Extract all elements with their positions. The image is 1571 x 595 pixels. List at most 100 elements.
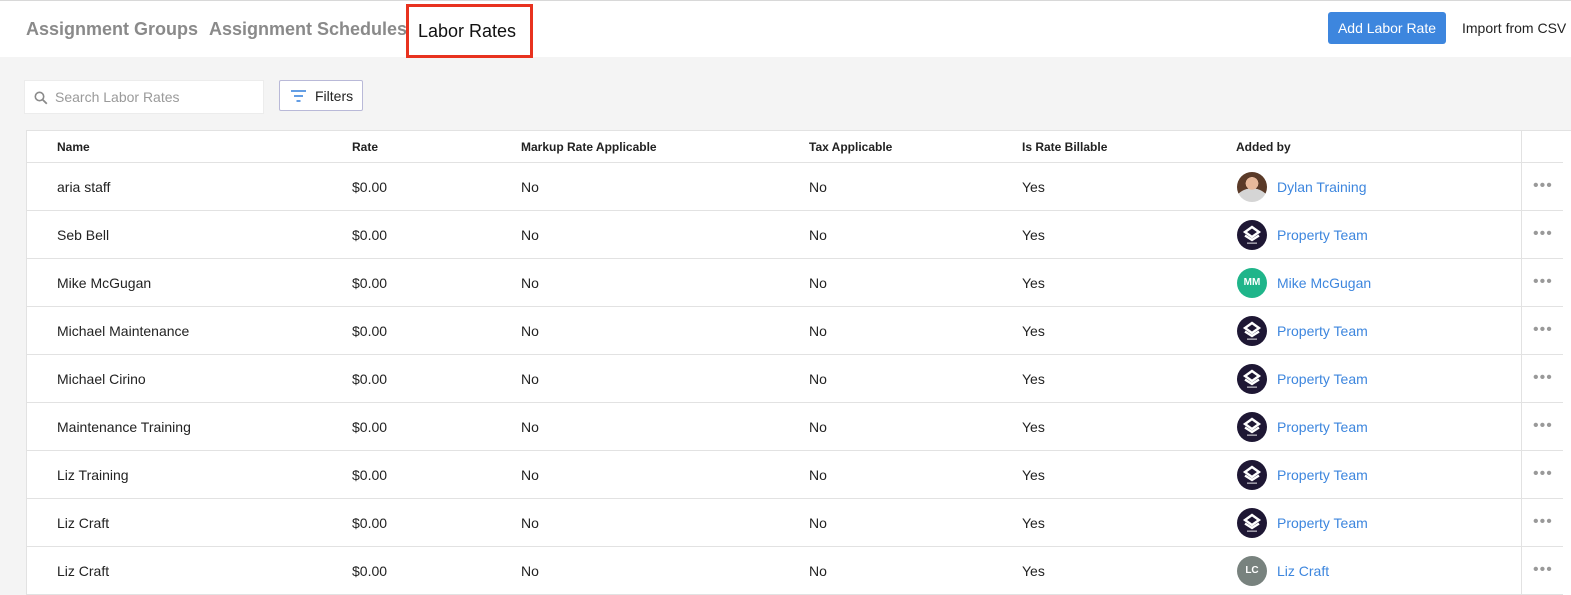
table-row[interactable]: Michael Cirino $0.00 No No Yes Property Team •…: [27, 355, 1563, 403]
added-by-link[interactable]: Property Team: [1277, 467, 1368, 483]
cell-markup: No: [521, 371, 539, 387]
added-by-link[interactable]: Property Team: [1277, 419, 1368, 435]
more-horizontal-icon[interactable]: •••: [1533, 513, 1553, 531]
cell-name: Liz Training: [57, 467, 129, 483]
cell-billable: Yes: [1022, 371, 1045, 387]
cell-billable: Yes: [1022, 563, 1045, 579]
added-by-link[interactable]: Mike McGugan: [1277, 275, 1371, 291]
more-horizontal-icon[interactable]: •••: [1533, 369, 1553, 387]
column-header-name[interactable]: Name: [57, 140, 90, 154]
cell-name: Michael Maintenance: [57, 323, 190, 339]
added-by-link[interactable]: Property Team: [1277, 227, 1368, 243]
add-labor-rate-button[interactable]: Add Labor Rate: [1328, 12, 1446, 44]
cell-markup: No: [521, 515, 539, 531]
more-horizontal-icon[interactable]: •••: [1533, 417, 1553, 435]
tab-assignment-groups[interactable]: Assignment Groups: [26, 19, 198, 40]
table-header: Name Rate Markup Rate Applicable Tax App…: [27, 131, 1563, 163]
cell-tax: No: [809, 227, 827, 243]
column-header-rate[interactable]: Rate: [352, 140, 378, 154]
cell-rate: $0.00: [352, 179, 388, 195]
more-horizontal-icon[interactable]: •••: [1533, 321, 1553, 339]
avatar-logo: [1237, 316, 1267, 346]
search-icon: [34, 91, 48, 105]
column-header-billable[interactable]: Is Rate Billable: [1022, 140, 1107, 154]
cell-tax: No: [809, 515, 827, 531]
cell-rate: $0.00: [352, 467, 388, 483]
table-row[interactable]: Michael Maintenance $0.00 No No Yes Property …: [27, 307, 1563, 355]
cell-rate: $0.00: [352, 275, 388, 291]
cell-name: Mike McGugan: [57, 275, 152, 291]
avatar-logo: [1237, 412, 1267, 442]
filter-icon: [291, 90, 306, 102]
top-bar: Assignment Groups Assignment Schedules L…: [0, 0, 1571, 58]
column-header-added-by[interactable]: Added by: [1236, 140, 1291, 154]
cell-markup: No: [521, 467, 539, 483]
more-horizontal-icon[interactable]: •••: [1533, 273, 1553, 291]
cell-billable: Yes: [1022, 515, 1045, 531]
avatar-logo: [1237, 508, 1267, 538]
added-by-link[interactable]: Dylan Training: [1277, 179, 1367, 195]
cell-billable: Yes: [1022, 179, 1045, 195]
cell-tax: No: [809, 467, 827, 483]
cell-markup: No: [521, 419, 539, 435]
column-header-tax[interactable]: Tax Applicable: [809, 140, 892, 154]
cell-rate: $0.00: [352, 563, 388, 579]
added-by-link[interactable]: Property Team: [1277, 323, 1368, 339]
added-by-link[interactable]: Property Team: [1277, 515, 1368, 531]
cell-billable: Yes: [1022, 419, 1045, 435]
cell-name: Michael Cirino: [57, 371, 146, 387]
cell-tax: No: [809, 275, 827, 291]
table-row[interactable]: aria staff $0.00 No No Yes Dylan Training •••: [27, 163, 1563, 211]
cell-rate: $0.00: [352, 371, 388, 387]
cell-markup: No: [521, 227, 539, 243]
avatar-logo: [1237, 460, 1267, 490]
search-input[interactable]: [55, 81, 260, 113]
tab-assignment-schedules[interactable]: Assignment Schedules: [209, 19, 407, 40]
cell-name: Liz Craft: [57, 515, 110, 531]
cell-name: Maintenance Training: [57, 419, 191, 435]
more-horizontal-icon[interactable]: •••: [1533, 177, 1553, 195]
column-header-markup[interactable]: Markup Rate Applicable: [521, 140, 657, 154]
cell-tax: No: [809, 419, 827, 435]
avatar-initials: MM: [1237, 268, 1267, 298]
tab-labor-rates[interactable]: Labor Rates: [406, 4, 533, 58]
table-row[interactable]: Maintenance Training $0.00 No No Yes Property…: [27, 403, 1563, 451]
table-row[interactable]: Seb Bell $0.00 No No Yes Property Team •••: [27, 211, 1563, 259]
added-by-link[interactable]: Liz Craft: [1277, 563, 1329, 579]
cell-rate: $0.00: [352, 419, 388, 435]
cell-rate: $0.00: [352, 227, 388, 243]
cell-tax: No: [809, 563, 827, 579]
more-horizontal-icon[interactable]: •••: [1533, 561, 1553, 579]
more-horizontal-icon[interactable]: •••: [1533, 465, 1553, 483]
filters-button[interactable]: Filters: [279, 80, 363, 111]
cell-name: Liz Craft: [57, 563, 110, 579]
cell-markup: No: [521, 323, 539, 339]
table-row[interactable]: Mike McGugan $0.00 No No Yes MM Mike McGugan ••…: [27, 259, 1563, 307]
labor-rates-table: Name Rate Markup Rate Applicable Tax App…: [26, 130, 1571, 595]
cell-billable: Yes: [1022, 467, 1045, 483]
import-csv-button[interactable]: Import from CSV: [1462, 20, 1566, 36]
more-horizontal-icon[interactable]: •••: [1533, 225, 1553, 243]
cell-tax: No: [809, 179, 827, 195]
table-row[interactable]: Liz Craft $0.00 No No Yes Property Team •••: [27, 499, 1563, 547]
cell-rate: $0.00: [352, 323, 388, 339]
avatar: [1237, 172, 1267, 202]
filters-label: Filters: [315, 88, 354, 104]
avatar-logo: [1237, 364, 1267, 394]
cell-markup: No: [521, 275, 539, 291]
cell-markup: No: [521, 563, 539, 579]
cell-tax: No: [809, 323, 827, 339]
cell-name: Seb Bell: [57, 227, 110, 243]
cell-rate: $0.00: [352, 515, 388, 531]
added-by-link[interactable]: Property Team: [1277, 371, 1368, 387]
cell-billable: Yes: [1022, 323, 1045, 339]
cell-markup: No: [521, 179, 539, 195]
cell-billable: Yes: [1022, 227, 1045, 243]
cell-tax: No: [809, 371, 827, 387]
avatar-initials: LC: [1237, 556, 1267, 586]
avatar-logo: [1237, 220, 1267, 250]
cell-billable: Yes: [1022, 275, 1045, 291]
table-row[interactable]: Liz Craft $0.00 No No Yes LC Liz Craft •••: [27, 547, 1563, 595]
table-row[interactable]: Liz Training $0.00 No No Yes Property Team •••: [27, 451, 1563, 499]
search-box: [24, 80, 264, 114]
